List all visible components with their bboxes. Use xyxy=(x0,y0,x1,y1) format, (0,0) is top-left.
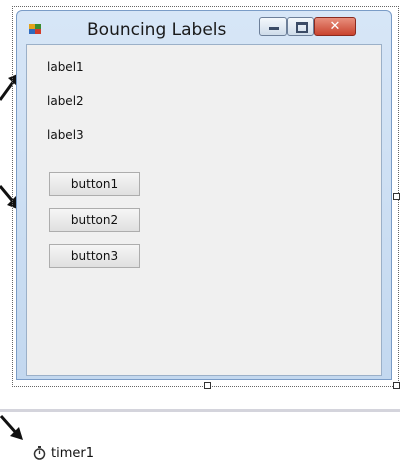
designer-surface: Bouncing Labels label1 label2 label3 but… xyxy=(0,0,400,408)
stopwatch-icon xyxy=(33,446,46,460)
resize-handle-right[interactable] xyxy=(393,193,400,200)
timer-label: timer1 xyxy=(51,445,94,461)
label-1[interactable]: label1 xyxy=(47,60,84,74)
button-2[interactable]: button2 xyxy=(49,208,140,232)
component-tray: timer1 xyxy=(0,412,400,468)
label-3[interactable]: label3 xyxy=(47,128,84,142)
button-3[interactable]: button3 xyxy=(49,244,140,268)
button-1[interactable]: button1 xyxy=(49,172,140,196)
label-2[interactable]: label2 xyxy=(47,94,84,108)
form-title: Bouncing Labels xyxy=(87,20,227,40)
resize-handle-bottom[interactable] xyxy=(204,382,211,389)
close-button[interactable] xyxy=(314,17,356,36)
arrow-to-timer-icon xyxy=(0,415,23,440)
form-window[interactable]: Bouncing Labels label1 label2 label3 but… xyxy=(16,10,392,380)
resize-handle-corner[interactable] xyxy=(393,382,400,389)
app-icon xyxy=(29,24,41,34)
timer-component[interactable]: timer1 xyxy=(33,444,94,462)
maximize-button[interactable] xyxy=(287,17,314,36)
form-title-bar[interactable]: Bouncing Labels xyxy=(17,11,391,45)
form-client-area[interactable]: label1 label2 label3 button1 button2 but… xyxy=(26,44,382,376)
minimize-button[interactable] xyxy=(259,17,287,36)
